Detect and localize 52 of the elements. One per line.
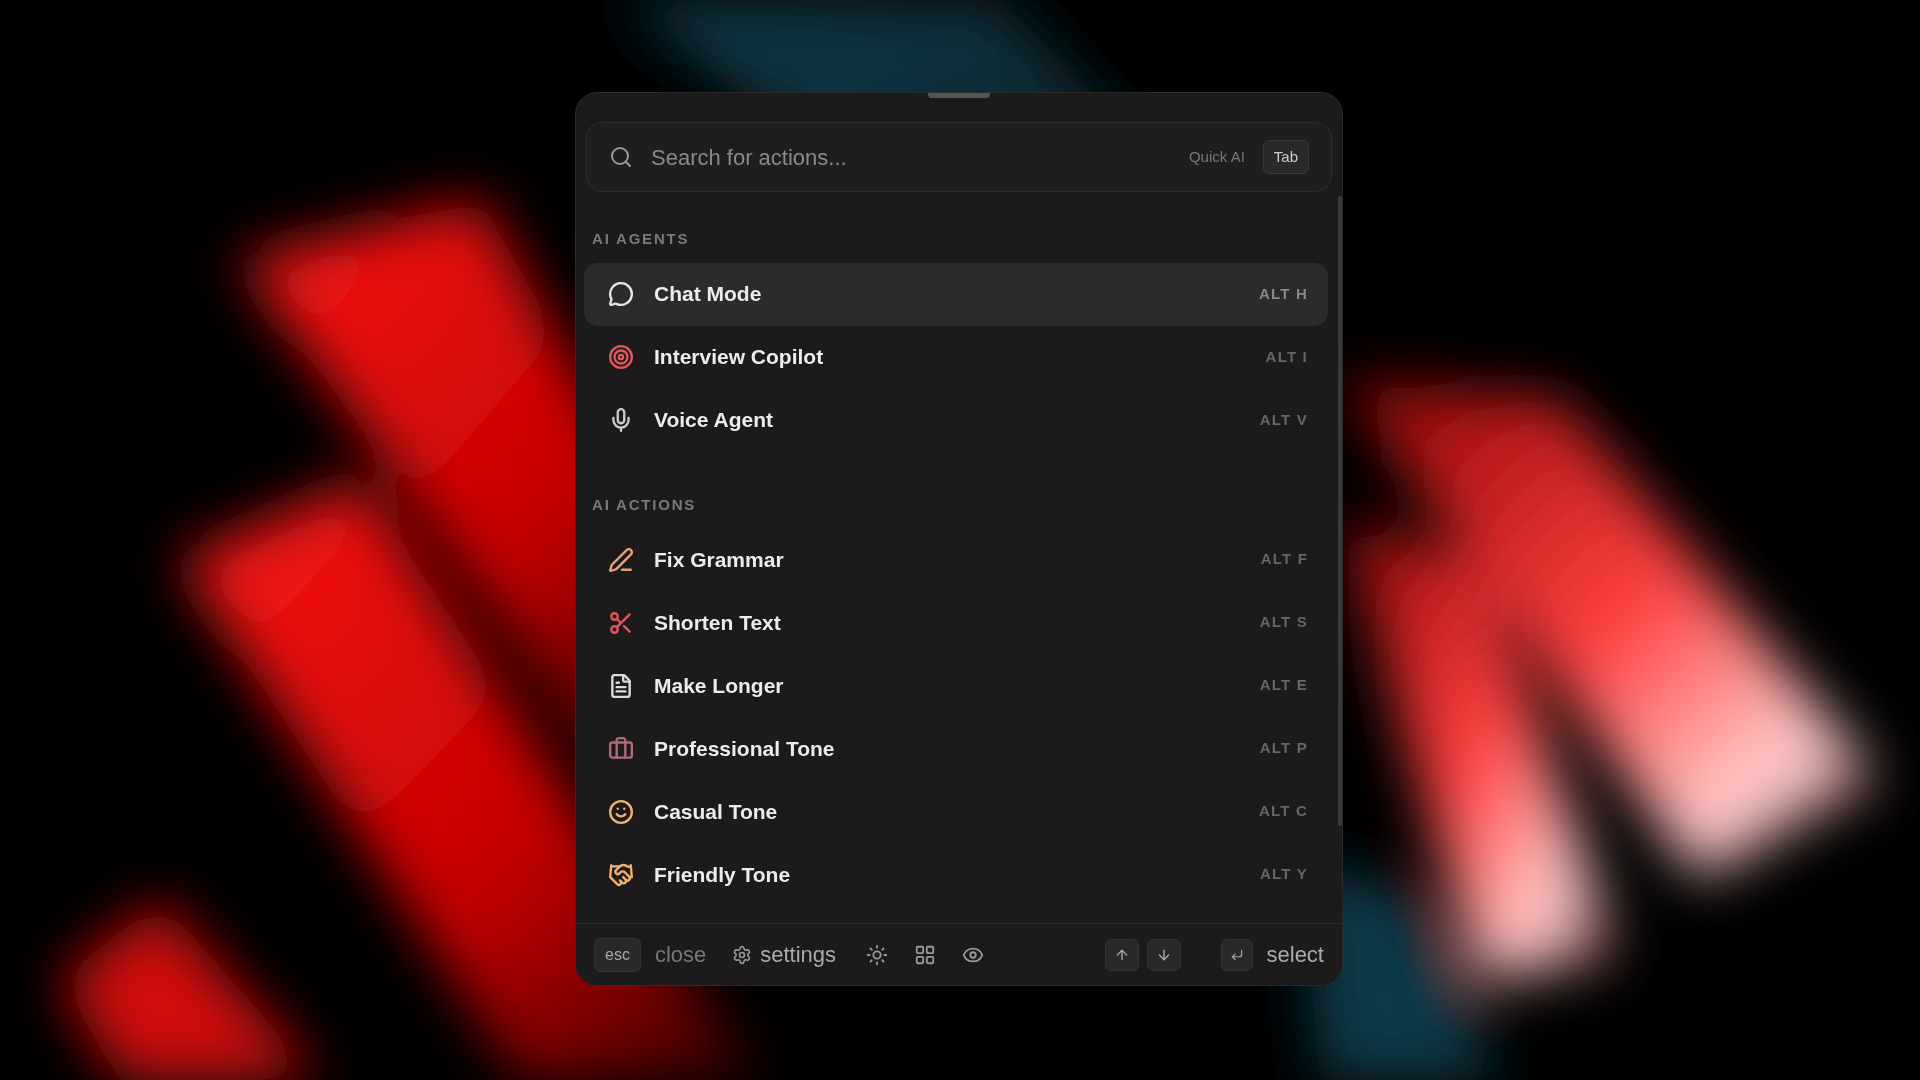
shortcut-label: ALT Y: [1260, 864, 1308, 885]
settings-button[interactable]: settings: [732, 938, 837, 971]
action-item[interactable]: Professional Tone ALT P: [584, 717, 1328, 780]
shortcut-label: ALT E: [1259, 675, 1308, 696]
enter-icon: [1229, 947, 1244, 962]
scrollbar-thumb[interactable]: [1338, 196, 1342, 826]
action-label: Chat Mode: [654, 281, 763, 308]
pen-icon: [608, 546, 634, 573]
shortcut-label: ALT F: [1260, 549, 1308, 570]
drag-handle[interactable]: [928, 93, 990, 98]
action-item[interactable]: Voice Agent ALT V: [584, 388, 1328, 452]
action-item[interactable]: Casual Tone ALT C: [584, 780, 1328, 843]
search-field[interactable]: Search for actions... Quick AI Tab: [586, 122, 1332, 192]
tab-key: Tab: [1262, 139, 1309, 175]
select-label: select: [1266, 941, 1324, 969]
action-label: Make Longer: [654, 672, 785, 699]
quick-ai-label: Quick AI: [1188, 146, 1245, 167]
shortcut-label: ALT P: [1259, 738, 1308, 759]
shortcut-label: ALT V: [1259, 409, 1308, 430]
action-label: Shorten Text: [654, 609, 782, 636]
search-input[interactable]: Search for actions...: [651, 140, 1171, 174]
shortcut-label: ALT C: [1258, 801, 1308, 822]
search-icon: [609, 145, 633, 169]
action-item[interactable]: Shorten Text ALT S: [584, 591, 1328, 654]
action-label: Interview Copilot: [654, 344, 825, 371]
action-label: Casual Tone: [654, 798, 779, 825]
shortcut-label: ALT H: [1258, 283, 1308, 304]
action-label: Voice Agent: [654, 407, 775, 434]
smiley-icon: [608, 798, 634, 825]
action-item[interactable]: Make Longer ALT E: [584, 654, 1328, 717]
esc-key: esc: [594, 937, 641, 972]
shortcut-label: ALT I: [1265, 346, 1308, 367]
grid-icon[interactable]: [914, 943, 937, 966]
action-label: Fix Grammar: [654, 546, 785, 573]
close-label[interactable]: close: [654, 938, 707, 971]
action-item[interactable]: Friendly Tone ALT Y: [584, 843, 1328, 906]
target-icon: [608, 344, 634, 370]
action-item[interactable]: Interview Copilot ALT I: [584, 325, 1328, 389]
section-heading: AI ACTIONS: [591, 494, 698, 515]
section-heading: AI AGENTS: [591, 229, 691, 249]
sun-icon[interactable]: [866, 943, 889, 966]
handshake-icon: [608, 861, 634, 888]
chat-bubble-icon: [608, 281, 634, 307]
scissors-icon: [608, 609, 634, 636]
action-label: Professional Tone: [654, 735, 836, 762]
document-icon: [608, 672, 634, 699]
action-item[interactable]: Chat Mode ALT H: [584, 262, 1328, 326]
shortcut-label: ALT S: [1259, 612, 1308, 633]
briefcase-icon: [608, 735, 634, 762]
action-label: Friendly Tone: [654, 861, 792, 888]
settings-icon: [732, 944, 753, 965]
action-item[interactable]: Fix Grammar ALT F: [584, 528, 1328, 591]
